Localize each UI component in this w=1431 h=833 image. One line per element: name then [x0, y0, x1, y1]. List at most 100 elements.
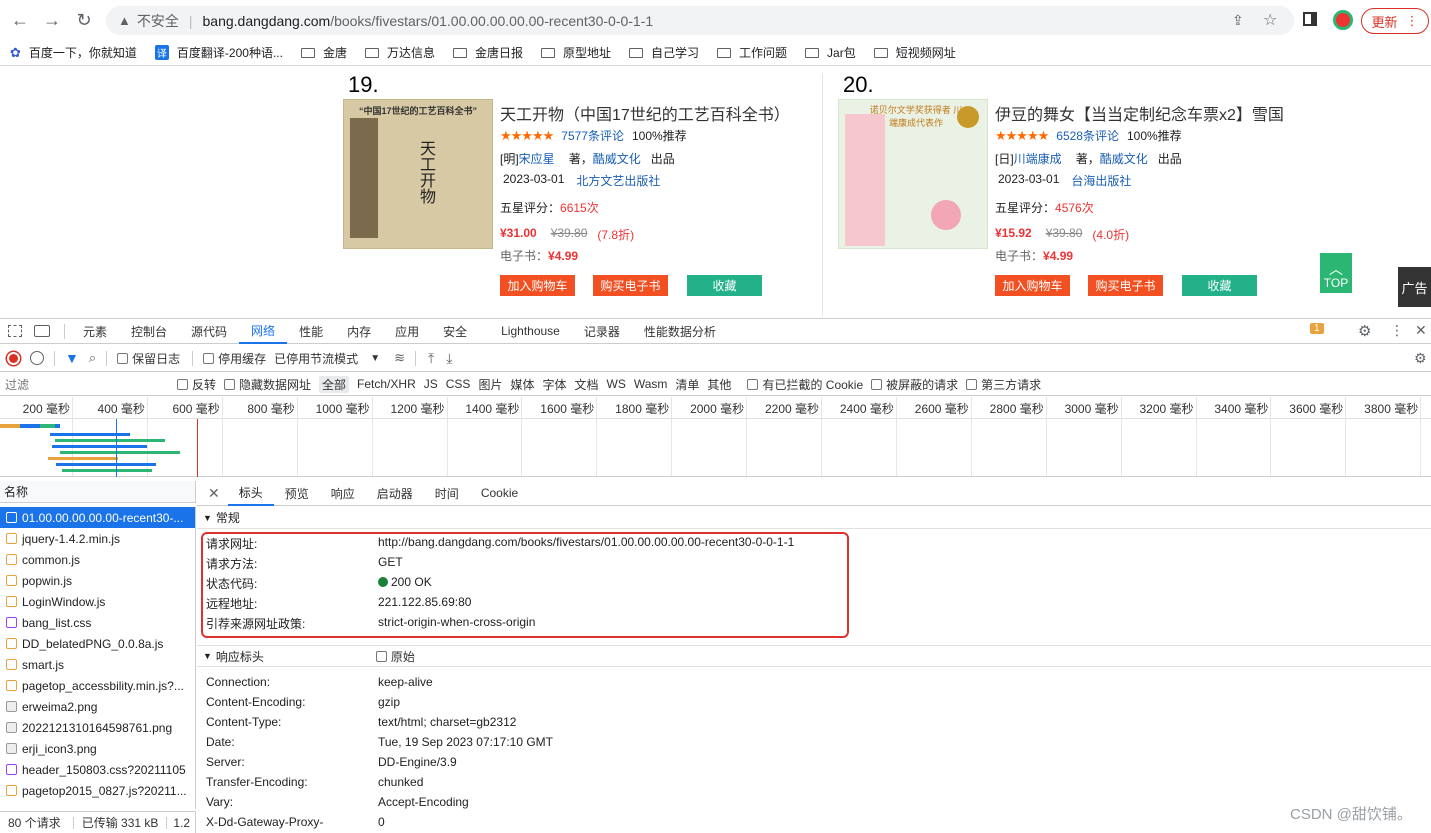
devtools-tab[interactable]: 元素 [71, 319, 119, 344]
request-row[interactable]: erweima2.png [0, 696, 195, 717]
favorite-button[interactable]: 收藏 [1182, 275, 1257, 296]
review-count[interactable]: 6528条评论 [1056, 127, 1119, 144]
request-row[interactable]: LoginWindow.js [0, 591, 195, 612]
devtools-tab[interactable]: 记录器 [572, 319, 632, 344]
filter-option[interactable]: Wasm [634, 377, 668, 391]
publisher-brand-link[interactable]: 酷威文化 [1100, 150, 1148, 167]
filter-option[interactable]: 第三方请求 [966, 376, 1041, 393]
bookmark-item[interactable]: 译百度翻译-200种语... [154, 44, 283, 61]
download-icon[interactable]: ⤓ [446, 350, 452, 367]
detail-tab[interactable]: 启动器 [366, 481, 424, 506]
filter-option[interactable]: CSS [446, 377, 471, 391]
filter-option[interactable]: 全部 [319, 375, 350, 393]
bookmark-item[interactable]: 万达信息 [364, 44, 435, 61]
devtools-tab[interactable]: 应用 [383, 319, 431, 344]
request-row[interactable]: header_150803.css?20211105 [0, 759, 195, 780]
request-row[interactable]: smart.js [0, 654, 195, 675]
request-row[interactable]: 01.00.00.00.00.00-recent30-... [0, 507, 195, 528]
request-row[interactable]: common.js [0, 549, 195, 570]
name-column-header[interactable]: 名称 [0, 481, 196, 503]
share-icon[interactable]: ⇪ [1232, 12, 1244, 29]
bookmark-item[interactable]: 工作问题 [717, 44, 787, 61]
filter-option[interactable]: 清单 [675, 376, 699, 393]
security-label[interactable]: 不安全 [137, 11, 179, 31]
book-cover[interactable]: 诺贝尔文学奖获得者 川端康成代表作 [838, 99, 988, 249]
filter-option[interactable]: 隐藏数据网址 [224, 376, 311, 393]
preserve-log-checkbox[interactable]: 保留日志 [117, 350, 180, 367]
back-icon[interactable]: ← [4, 4, 36, 36]
avatar[interactable] [1333, 10, 1353, 30]
book-title[interactable]: 伊豆的舞女【当当定制纪念车票x2】雪国 [995, 101, 1284, 125]
general-section-header[interactable]: ▼ 常规 [197, 507, 1431, 529]
detail-tab[interactable]: 标头 [227, 481, 274, 506]
issues-badge[interactable]: 1 [1310, 323, 1324, 334]
book-title[interactable]: 天工开物（中国17世纪的工艺百科全书） [500, 101, 790, 125]
request-row[interactable]: erji_icon3.png [0, 738, 195, 759]
devtools-tab[interactable]: 安全 [431, 319, 479, 344]
device-toolbar-icon[interactable] [34, 325, 50, 337]
add-to-cart-button[interactable]: 加入购物车 [995, 275, 1070, 296]
network-conditions-icon[interactable]: ≋ [394, 350, 405, 366]
filter-option[interactable]: 有已拦截的 Cookie [747, 376, 863, 393]
devtools-tab[interactable]: Lighthouse [489, 319, 572, 344]
search-icon[interactable]: ⌕ [89, 350, 96, 366]
address-bar[interactable]: ▲ 不安全 | bang.dangdang.com/books/fivestar… [106, 6, 1294, 35]
devtools-tab[interactable]: 性能数据分析 [632, 319, 728, 344]
filter-option[interactable]: 文档 [574, 376, 598, 393]
clear-icon[interactable] [30, 351, 44, 365]
request-row[interactable]: pagetop2015_0827.js?20211... [0, 780, 195, 801]
review-count[interactable]: 7577条评论 [561, 127, 624, 144]
bookmark-item[interactable]: 短视频网址 [873, 44, 956, 61]
disable-cache-checkbox[interactable]: 停用缓存 [203, 350, 266, 367]
record-icon[interactable] [7, 351, 20, 365]
detail-tab[interactable]: Cookie [470, 481, 529, 506]
request-row[interactable]: bang_list.css [0, 612, 195, 633]
add-to-cart-button[interactable]: 加入购物车 [500, 275, 575, 296]
author-link[interactable]: 川端康成 [1014, 150, 1062, 167]
book-cover[interactable]: “中国17世纪的工艺百科全书” 天工开物 [343, 99, 493, 249]
publisher-brand-link[interactable]: 酷威文化 [593, 150, 641, 167]
ad-tab[interactable]: 广告 [1398, 267, 1431, 307]
filter-option[interactable]: 其他 [707, 376, 731, 393]
gear-icon[interactable]: ⚙ [1358, 322, 1371, 340]
response-headers-section-header[interactable]: ▼ 响应标头 原始 [197, 645, 1431, 667]
timeline-overview[interactable] [0, 419, 1431, 477]
filter-option[interactable]: Fetch/XHR [357, 377, 416, 391]
reload-icon[interactable]: ↻ [68, 4, 100, 36]
raw-checkbox[interactable]: 原始 [375, 648, 415, 665]
back-to-top-button[interactable]: ︿ TOP [1320, 253, 1352, 293]
filter-option[interactable]: WS [607, 377, 626, 391]
bookmark-item[interactable]: ✿ 百度一下，你就知道 [10, 44, 137, 61]
filter-option[interactable]: 反转 [177, 376, 216, 393]
devtools-tab[interactable]: 源代码 [179, 319, 239, 344]
detail-tab[interactable]: 响应 [320, 481, 366, 506]
network-settings-icon[interactable]: ⚙ [1414, 350, 1427, 367]
filter-icon[interactable]: ▼ [65, 350, 79, 366]
bookmark-item[interactable]: 原型地址 [541, 44, 611, 61]
close-icon[interactable]: ✕ [1415, 322, 1427, 339]
bookmark-item[interactable]: 自己学习 [629, 44, 699, 61]
close-details-icon[interactable]: ✕ [208, 485, 220, 502]
devtools-tab[interactable]: 网络 [239, 319, 288, 344]
forward-icon[interactable]: → [36, 4, 68, 36]
bookmark-item[interactable]: 金唐日报 [452, 44, 523, 61]
request-row[interactable]: DD_belatedPNG_0.0.8a.js [0, 633, 195, 654]
bookmark-item[interactable]: 金唐 [300, 44, 347, 61]
sidepanel-icon[interactable] [1303, 12, 1317, 26]
press-link[interactable]: 北方文艺出版社 [576, 172, 660, 189]
inspect-icon[interactable] [8, 325, 22, 337]
warning-icon[interactable]: ▲ [118, 13, 131, 28]
filter-option[interactable]: 媒体 [510, 376, 534, 393]
filter-option[interactable]: 字体 [542, 376, 566, 393]
filter-option[interactable]: 被屏蔽的请求 [871, 376, 958, 393]
filter-option[interactable]: 图片 [478, 376, 502, 393]
filter-option[interactable]: JS [424, 377, 438, 391]
request-row[interactable]: pagetop_accessbility.min.js?... [0, 675, 195, 696]
author-link[interactable]: 宋应星 [519, 150, 555, 167]
favorite-button[interactable]: 收藏 [687, 275, 762, 296]
more-icon[interactable]: ⋮ [1390, 322, 1404, 339]
request-row[interactable]: popwin.js [0, 570, 195, 591]
detail-tab[interactable]: 时间 [424, 481, 470, 506]
update-button[interactable]: 更新 ⋮ [1361, 8, 1429, 34]
press-link[interactable]: 台海出版社 [1071, 172, 1131, 189]
